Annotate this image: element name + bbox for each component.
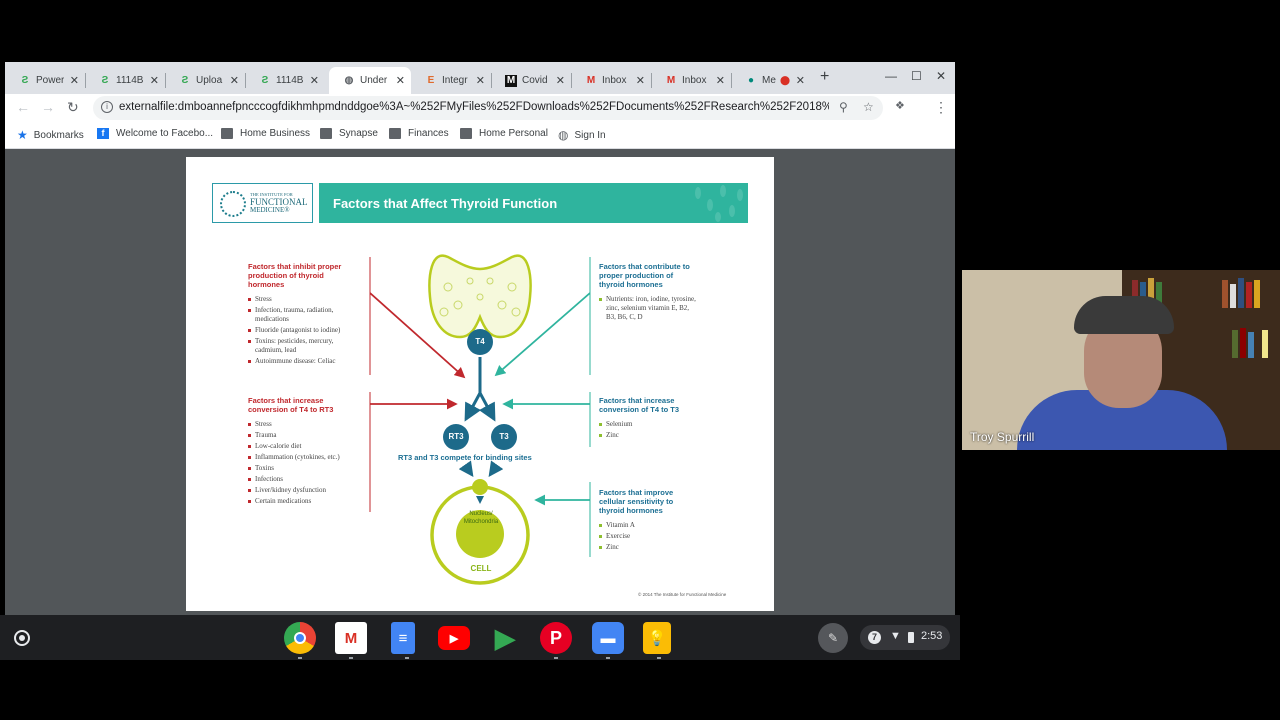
tab-power[interactable]: Ƨ Power ✕: [5, 67, 85, 94]
chrome-window: Ƨ Power ✕ Ƨ 1114B ✕ Ƨ Uploa ✕ Ƨ 1114B ✕ …: [5, 62, 955, 615]
close-icon[interactable]: ✕: [476, 74, 485, 87]
pinterest-icon[interactable]: P: [540, 622, 572, 659]
battery-icon: [908, 632, 914, 643]
close-icon[interactable]: ✕: [310, 74, 319, 87]
bookmark-home-personal[interactable]: Home Personal: [460, 128, 548, 139]
minimize-icon[interactable]: —: [885, 69, 897, 83]
launcher-button[interactable]: [14, 630, 30, 646]
close-icon[interactable]: ✕: [396, 74, 405, 87]
back-icon[interactable]: ←: [16, 99, 30, 115]
keep-icon[interactable]: 💡: [643, 622, 671, 659]
dropbox-extension-icon[interactable]: ❖: [895, 99, 905, 112]
tab-under-active[interactable]: ◍ Under ✕: [329, 67, 411, 94]
globe-icon: ◍: [344, 75, 354, 86]
close-icon[interactable]: ✕: [230, 74, 239, 87]
tab-inbox-2[interactable]: M Inbox ✕: [651, 67, 731, 94]
copyright-text: © 2014 The Institute for Functional Medi…: [638, 592, 727, 597]
cell-label: CELL: [470, 564, 492, 573]
address-bar[interactable]: i externalfile:dmboannefpncccogfdikhmhpm…: [93, 96, 883, 120]
close-icon[interactable]: ✕: [636, 74, 645, 87]
folder-icon: [460, 128, 472, 139]
bookmark-star-icon[interactable]: ☆: [863, 100, 874, 114]
close-window-icon[interactable]: ✕: [936, 69, 946, 83]
close-icon[interactable]: ✕: [796, 74, 805, 87]
url-text[interactable]: externalfile:dmboannefpncccogfdikhmhpmdn…: [119, 101, 829, 113]
t3-node: T3: [491, 424, 517, 450]
close-icon[interactable]: ✕: [70, 74, 79, 87]
tab-meet[interactable]: ● Me ⬤ ✕: [731, 67, 811, 94]
green-s-icon: Ƨ: [181, 75, 189, 86]
chromeos-shelf: M ≡ ▶ ▶ P ▬ 💡 ✎ 7 ▼ 2:53: [0, 615, 960, 660]
participant-name: Troy Spurrill: [970, 430, 1035, 444]
bookmark-synapse[interactable]: Synapse: [320, 128, 378, 139]
star-icon: ★: [17, 128, 28, 142]
tab-1114b-2[interactable]: Ƨ 1114B ✕: [245, 67, 325, 94]
rt3-node: RT3: [443, 424, 469, 450]
tab-1114b[interactable]: Ƨ 1114B ✕: [85, 67, 165, 94]
tab-inbox[interactable]: M Inbox ✕: [571, 67, 651, 94]
close-icon[interactable]: ✕: [150, 74, 159, 87]
reload-icon[interactable]: ↻: [67, 99, 79, 116]
forward-icon[interactable]: →: [41, 99, 55, 115]
compete-label: RT3 and T3 compete for binding sites: [398, 453, 532, 462]
bookmarks-bar: ★ Bookmarks f Welcome to Facebo... Home …: [5, 122, 955, 149]
contribute-production-section: Factors that contribute to proper produc…: [599, 262, 699, 324]
pdf-slide-page: THE INSTITUTE FOR FUNCTIONAL MEDICINE® F…: [186, 157, 774, 611]
m-logo-icon: M: [505, 74, 517, 87]
chrome-icon[interactable]: [284, 622, 316, 659]
stylus-tools-icon[interactable]: ✎: [818, 623, 848, 653]
facebook-icon: f: [97, 128, 109, 139]
play-store-icon[interactable]: ▶: [489, 622, 521, 654]
wifi-icon: ▼: [890, 630, 901, 642]
nucleus-label: Nucleus/ Mitochondria: [463, 511, 499, 525]
increase-t3-section: Factors that increase conversion of T4 t…: [599, 396, 699, 442]
clock: 2:53: [921, 630, 943, 642]
folder-icon: [221, 128, 233, 139]
gmail-icon[interactable]: M: [335, 622, 367, 659]
folder-icon: [389, 128, 401, 139]
recording-dot-icon: ⬤: [780, 75, 791, 85]
green-s-icon: Ƨ: [21, 75, 29, 86]
cellular-sensitivity-section: Factors that improve cellular sensitivit…: [599, 488, 699, 554]
files-icon[interactable]: ▬: [592, 622, 624, 659]
green-s-icon: Ƨ: [101, 75, 109, 86]
thyroid-gland-icon: [428, 254, 532, 339]
increase-rt3-section: Factors that increase conversion of T4 t…: [248, 396, 360, 508]
menu-dots-icon[interactable]: ⋮: [934, 99, 948, 116]
tab-upload[interactable]: Ƨ Uploa ✕: [165, 67, 245, 94]
browser-toolbar: ← → ↻ i externalfile:dmboannefpncccogfdi…: [5, 94, 955, 122]
video-participant-tile[interactable]: Troy Spurrill: [962, 270, 1280, 450]
tab-strip: Ƨ Power ✕ Ƨ 1114B ✕ Ƨ Uploa ✕ Ƨ 1114B ✕ …: [5, 62, 955, 94]
notification-count: 7: [868, 631, 881, 644]
folder-icon: [320, 128, 332, 139]
gmail-icon: M: [586, 75, 596, 86]
tab-covid[interactable]: M Covid ✕: [491, 67, 571, 94]
chromeos-screen: Ƨ Power ✕ Ƨ 1114B ✕ Ƨ Uploa ✕ Ƨ 1114B ✕ …: [0, 0, 1280, 720]
inhibit-production-section: Factors that inhibit proper production o…: [248, 262, 360, 368]
status-tray[interactable]: 7 ▼ 2:53: [860, 625, 950, 650]
close-icon[interactable]: ✕: [716, 74, 725, 87]
gmail-icon: M: [666, 75, 676, 86]
e-logo-icon: E: [427, 75, 435, 86]
maximize-icon[interactable]: ☐: [911, 69, 922, 83]
bookmark-bookmarks[interactable]: ★ Bookmarks: [17, 128, 84, 142]
youtube-icon[interactable]: ▶: [438, 626, 470, 650]
new-tab-button[interactable]: +: [820, 68, 829, 86]
bookmark-home-business[interactable]: Home Business: [221, 128, 310, 139]
globe-icon: ◍: [558, 128, 569, 142]
meet-icon: ●: [747, 75, 755, 86]
bookmark-finances[interactable]: Finances: [389, 128, 449, 139]
info-icon[interactable]: i: [101, 101, 113, 113]
zoom-icon[interactable]: ⚲: [839, 100, 848, 114]
close-icon[interactable]: ✕: [556, 74, 565, 87]
docs-icon[interactable]: ≡: [391, 622, 415, 659]
bookmark-facebook[interactable]: f Welcome to Facebo...: [97, 128, 213, 139]
green-s-icon: Ƨ: [261, 75, 269, 86]
t4-node: T4: [467, 329, 493, 355]
tab-integr[interactable]: E Integr ✕: [411, 67, 491, 94]
bookmark-sign-in[interactable]: ◍ Sign In: [558, 128, 606, 142]
